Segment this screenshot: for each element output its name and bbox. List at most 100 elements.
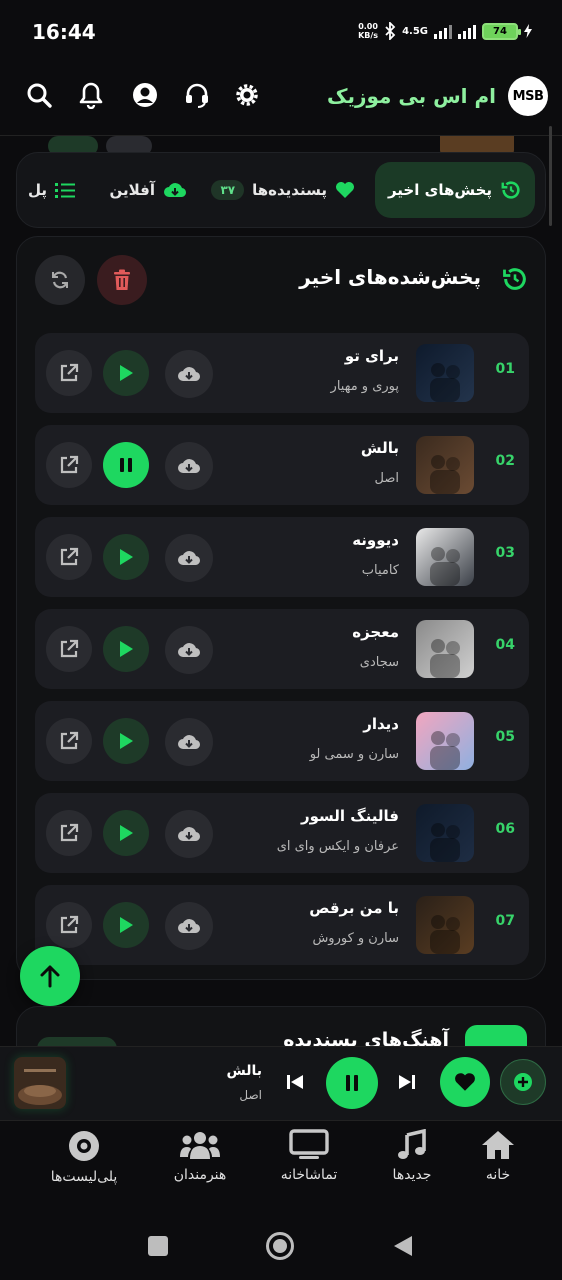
track-cover[interactable] — [416, 344, 474, 402]
play-button[interactable] — [103, 902, 149, 948]
add-to-playlist-button[interactable] — [500, 1059, 546, 1105]
back-button[interactable] — [392, 1234, 414, 1258]
settings-icon[interactable] — [232, 80, 262, 110]
share-button[interactable] — [46, 810, 92, 856]
pause-button[interactable] — [326, 1057, 378, 1109]
track-cover[interactable] — [416, 804, 474, 862]
notifications-icon[interactable] — [76, 80, 106, 110]
track-cover[interactable] — [416, 620, 474, 678]
track-title[interactable]: معجزه — [352, 623, 399, 641]
recent-played-panel: پخش‌شده‌های اخیر 01 برای تو پوری و مهیار… — [16, 236, 546, 980]
track-title[interactable]: برای تو — [345, 347, 399, 365]
like-button[interactable] — [440, 1057, 490, 1107]
signal-icon — [434, 23, 452, 39]
scrollbar[interactable] — [549, 126, 552, 226]
tab-offline[interactable]: آفلاین — [110, 162, 187, 218]
scroll-top-button[interactable] — [20, 946, 80, 1006]
track-artist[interactable]: سجادی — [360, 655, 399, 670]
track-row[interactable]: 03 دیوونه کامیاب — [35, 517, 529, 597]
tab-playlists-label: پل — [27, 181, 47, 199]
track-artist[interactable]: عرفان و ایکس وای ای — [277, 839, 399, 854]
charging-icon — [524, 24, 532, 38]
track-row[interactable]: 02 بالش اصل — [35, 425, 529, 505]
trash-icon — [114, 269, 130, 290]
play-button[interactable] — [103, 626, 149, 672]
nav-theater[interactable]: تماشاخانه — [259, 1129, 359, 1183]
heart-icon — [455, 1073, 475, 1091]
track-row[interactable]: 07 با من برقص سارن و کوروش — [35, 885, 529, 965]
track-artist[interactable]: کامیاب — [362, 563, 399, 578]
download-button[interactable] — [165, 718, 213, 766]
nav-new[interactable]: جدیدها — [362, 1129, 462, 1183]
status-bar: 16:44 0.00 KB/s 4.5G 74 — [0, 0, 562, 66]
track-cover[interactable] — [416, 528, 474, 586]
track-artist[interactable]: پوری و مهیار — [331, 379, 399, 394]
nav-playlists-label: پلی‌لیست‌ها — [50, 1169, 118, 1185]
nav-artists[interactable]: هنرمندان — [150, 1129, 250, 1183]
nav-home[interactable]: خانه — [448, 1129, 548, 1183]
tab-recent[interactable]: پخش‌های اخیر — [375, 162, 535, 218]
recents-button[interactable] — [148, 1236, 168, 1256]
next-button[interactable] — [396, 1071, 418, 1097]
bottom-navigation: خانه جدیدها تماشاخانه هنرمندان پلی‌لیست‌… — [0, 1120, 562, 1210]
pause-icon — [120, 458, 132, 472]
track-cover[interactable] — [416, 712, 474, 770]
favorites-count-badge: ۳۷ — [211, 180, 245, 200]
play-button[interactable] — [103, 534, 149, 580]
track-row[interactable]: 04 معجزه سجادی — [35, 609, 529, 689]
share-button[interactable] — [46, 350, 92, 396]
track-artist[interactable]: سارن و سمی لو — [310, 747, 399, 762]
clear-history-button[interactable] — [97, 255, 147, 305]
track-title[interactable]: بالش — [361, 439, 399, 457]
track-cover[interactable] — [416, 896, 474, 954]
track-row[interactable]: 05 دیدار سارن و سمی لو — [35, 701, 529, 781]
track-artist[interactable]: اصل — [375, 471, 400, 486]
mini-player[interactable]: بالش اصل — [0, 1046, 562, 1120]
download-button[interactable] — [165, 902, 213, 950]
track-row[interactable]: 06 فالینگ السور عرفان و ایکس وای ای — [35, 793, 529, 873]
tab-playlists[interactable]: پل — [28, 162, 75, 218]
home-button[interactable] — [266, 1232, 294, 1260]
bluetooth-icon — [385, 22, 396, 40]
download-button[interactable] — [165, 810, 213, 858]
cloud-download-icon — [178, 643, 201, 658]
track-number: 07 — [495, 913, 515, 929]
play-button[interactable] — [103, 350, 149, 396]
mini-player-artist: اصل — [239, 1088, 262, 1102]
download-button[interactable] — [165, 350, 213, 398]
status-time: 16:44 — [32, 20, 96, 44]
share-button[interactable] — [46, 718, 92, 764]
track-title[interactable]: دیوونه — [352, 531, 399, 549]
track-artist[interactable]: سارن و کوروش — [312, 931, 399, 946]
download-button[interactable] — [165, 442, 213, 490]
track-title[interactable]: دیدار — [363, 715, 399, 733]
play-button[interactable] — [103, 810, 149, 856]
history-icon — [503, 268, 526, 290]
nav-playlists[interactable]: پلی‌لیست‌ها — [34, 1129, 134, 1185]
previous-button[interactable] — [284, 1071, 306, 1097]
nav-new-label: جدیدها — [392, 1167, 432, 1183]
track-title[interactable]: با من برقص — [309, 899, 399, 917]
headset-support-icon[interactable] — [182, 80, 212, 110]
app-title: ام اس بی موزیک — [326, 84, 496, 108]
share-button[interactable] — [46, 442, 92, 488]
pause-button[interactable] — [103, 442, 149, 488]
profile-icon[interactable] — [130, 80, 160, 110]
play-button[interactable] — [103, 718, 149, 764]
external-link-icon — [60, 455, 79, 474]
app-logo[interactable]: MSB — [508, 76, 548, 116]
download-button[interactable] — [165, 534, 213, 582]
download-button[interactable] — [165, 626, 213, 674]
search-icon[interactable] — [24, 80, 54, 110]
tab-favorites[interactable]: پسندیده‌ها ۳۷ — [211, 162, 355, 218]
share-button[interactable] — [46, 902, 92, 948]
track-cover[interactable] — [416, 436, 474, 494]
share-button[interactable] — [46, 626, 92, 672]
tab-offline-label: آفلاین — [109, 181, 155, 199]
mini-player-cover[interactable] — [14, 1057, 66, 1109]
track-row[interactable]: 01 برای تو پوری و مهیار — [35, 333, 529, 413]
share-button[interactable] — [46, 534, 92, 580]
library-tabs: پخش‌های اخیر پسندیده‌ها ۳۷ آفلاین پل — [16, 152, 546, 228]
refresh-button[interactable] — [35, 255, 85, 305]
track-title[interactable]: فالینگ السور — [301, 807, 399, 825]
